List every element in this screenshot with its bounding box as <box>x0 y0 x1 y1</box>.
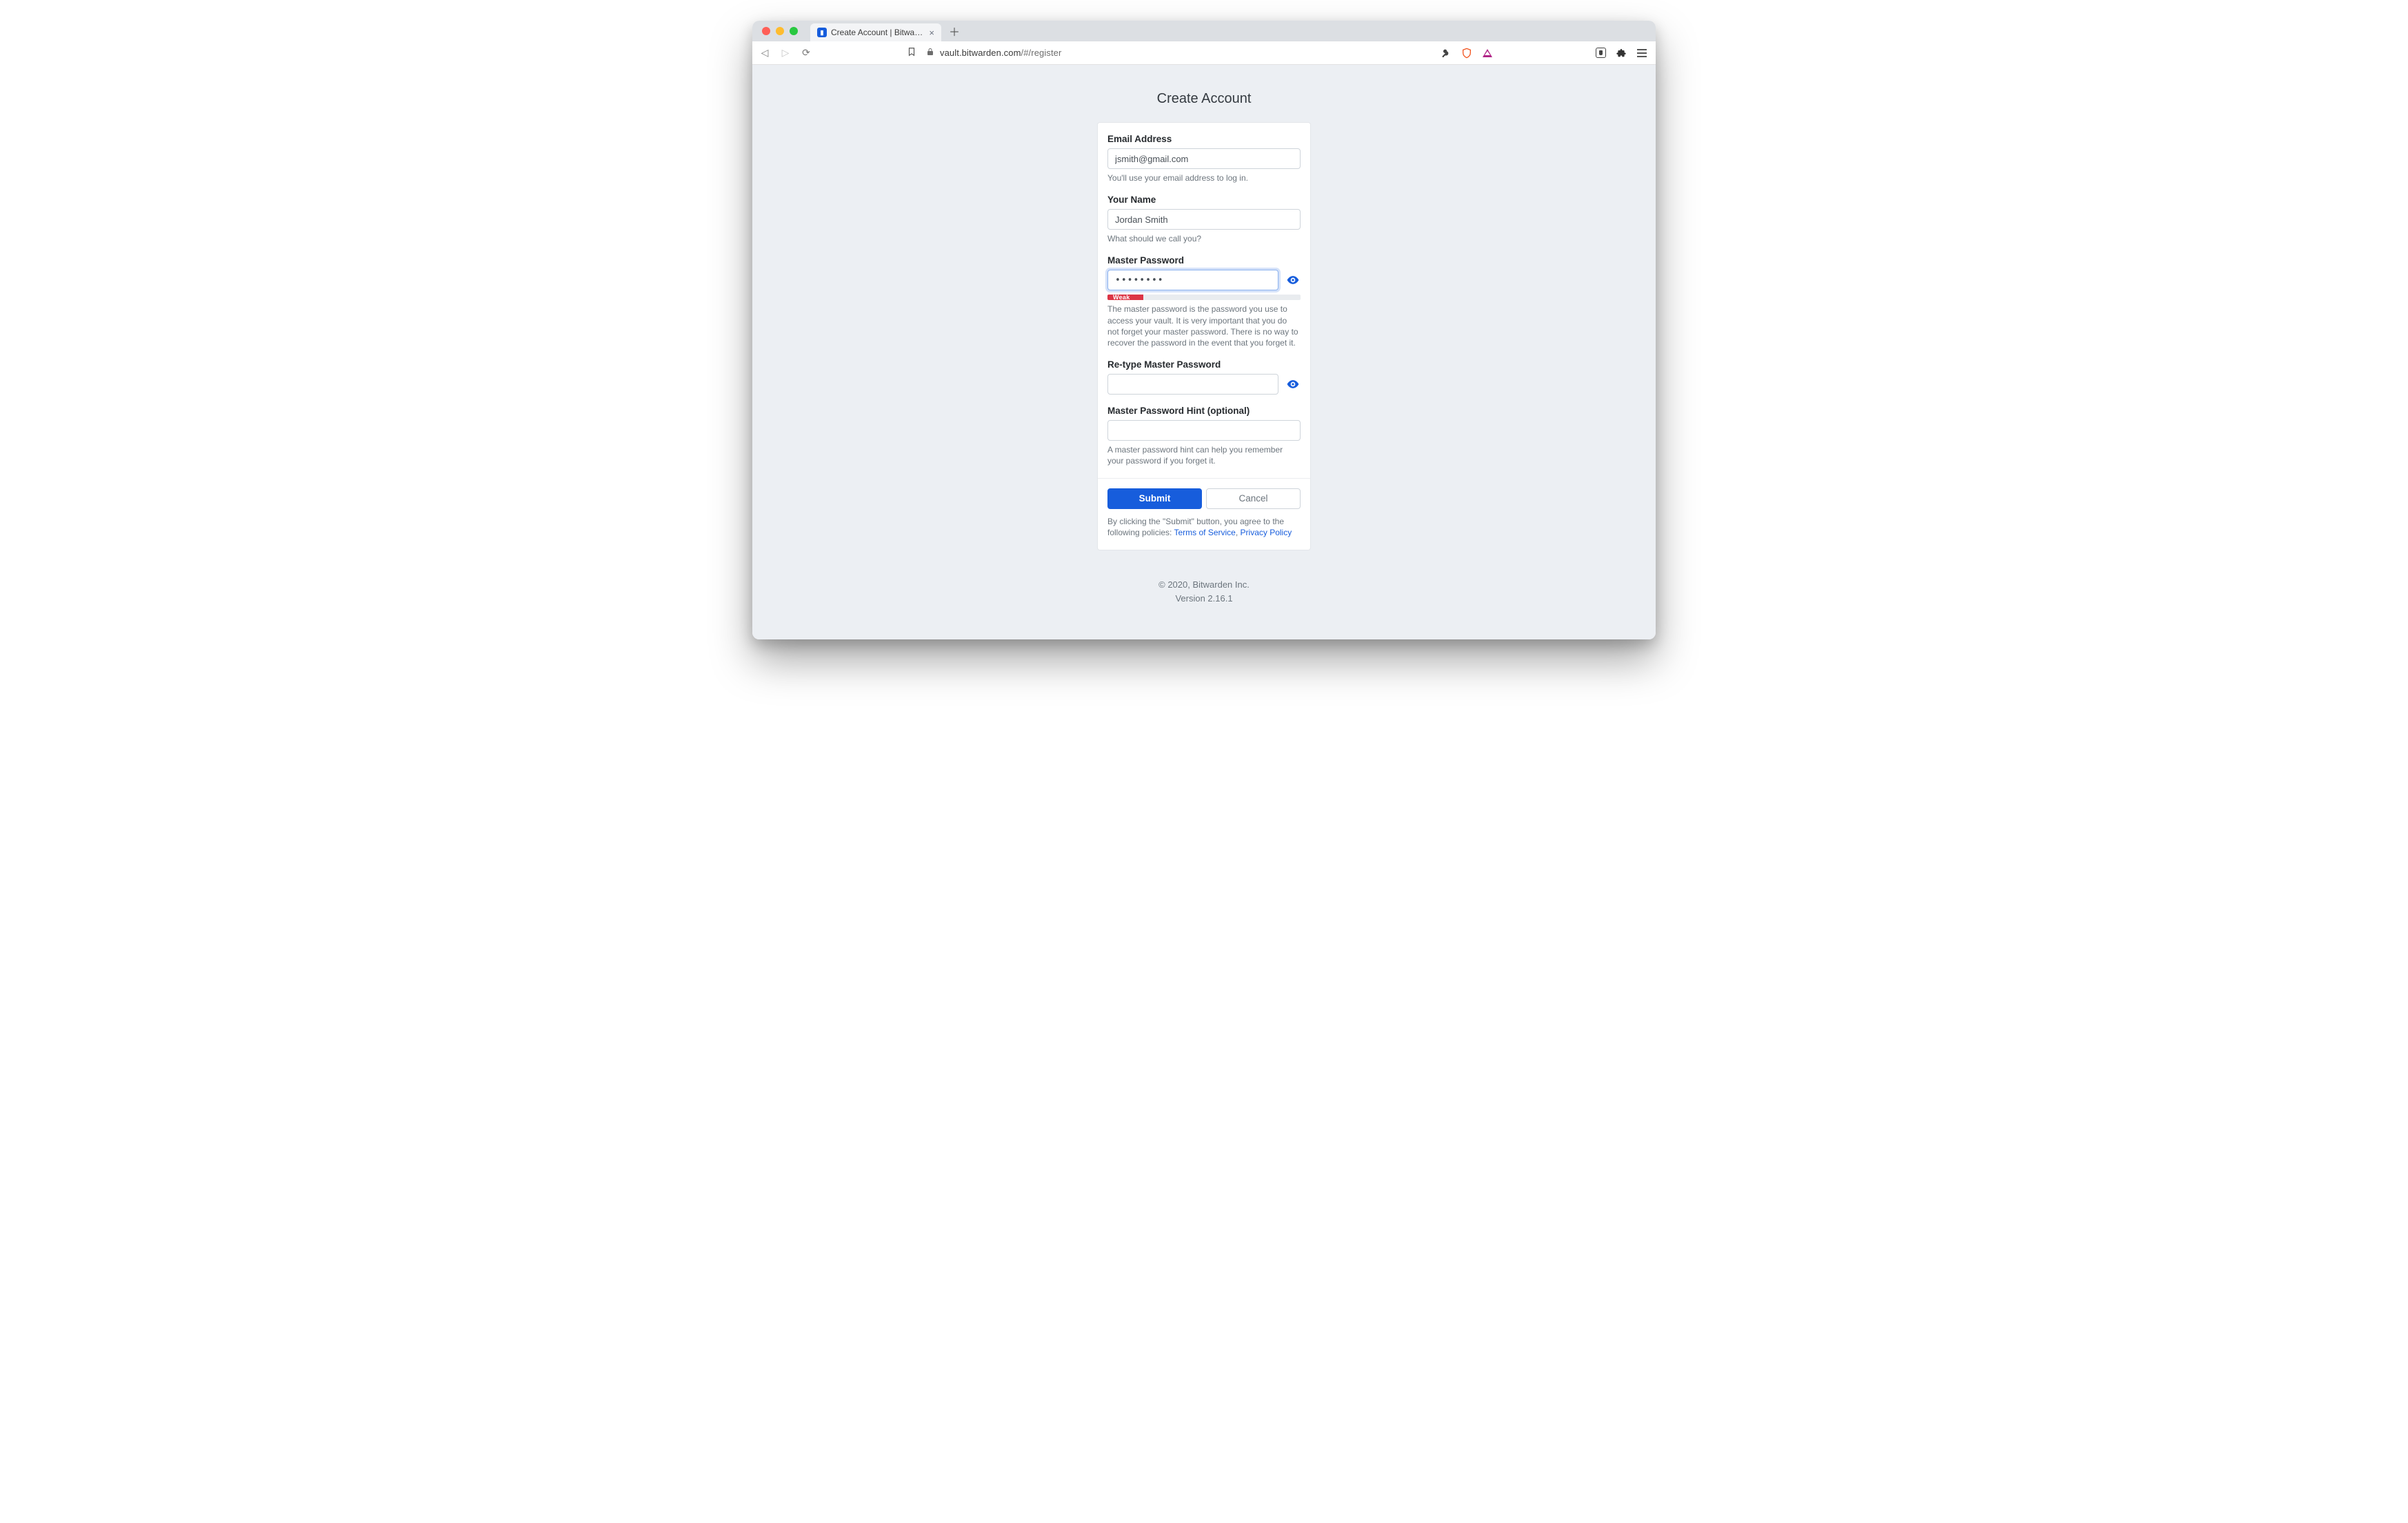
name-input[interactable] <box>1107 209 1301 230</box>
email-help: You'll use your email address to log in. <box>1107 172 1301 183</box>
forward-icon[interactable]: ▷ <box>780 47 791 59</box>
privacy-link[interactable]: Privacy Policy <box>1241 528 1292 537</box>
hint-input[interactable] <box>1107 420 1301 441</box>
hint-label: Master Password Hint (optional) <box>1107 406 1301 416</box>
name-field-group: Your Name What should we call you? <box>1107 195 1301 244</box>
hint-help: A master password hint can help you reme… <box>1107 444 1301 466</box>
browser-window: ▮ Create Account | Bitwarden Web × ＋ ◁ ▷… <box>752 21 1656 639</box>
name-help: What should we call you? <box>1107 233 1301 244</box>
close-window-icon[interactable] <box>762 27 770 35</box>
bitwarden-extension-icon[interactable] <box>1595 48 1606 59</box>
retype-label: Re-type Master Password <box>1107 359 1301 370</box>
retype-input[interactable] <box>1107 374 1278 395</box>
divider <box>1098 478 1310 479</box>
create-account-form: Email Address You'll use your email addr… <box>1097 122 1311 550</box>
extensions-icon[interactable] <box>1616 48 1627 59</box>
button-row: Submit Cancel <box>1107 488 1301 509</box>
password-strength-bar: Weak <box>1107 295 1301 300</box>
key-icon[interactable] <box>1441 48 1452 59</box>
page-title: Create Account <box>752 91 1656 107</box>
copyright-text: © 2020, Bitwarden Inc. <box>752 578 1656 592</box>
browser-menu-icon[interactable] <box>1636 48 1647 59</box>
password-strength-label: Weak <box>1107 295 1143 300</box>
tos-link[interactable]: Terms of Service <box>1174 528 1236 537</box>
browser-toolbar: ◁ ▷ ⟳ vault.bitwarden.com/#/register <box>752 41 1656 65</box>
toggle-retype-visibility-icon[interactable] <box>1285 377 1301 392</box>
page-footer: © 2020, Bitwarden Inc. Version 2.16.1 <box>752 578 1656 605</box>
password-help: The master password is the password you … <box>1107 303 1301 348</box>
tab-title: Create Account | Bitwarden Web <box>831 28 925 37</box>
minimize-window-icon[interactable] <box>776 27 784 35</box>
retype-field-group: Re-type Master Password <box>1107 359 1301 395</box>
agreement-text: By clicking the "Submit" button, you agr… <box>1107 516 1301 539</box>
close-tab-icon[interactable]: × <box>929 28 934 38</box>
back-icon[interactable]: ◁ <box>759 47 770 59</box>
hint-field-group: Master Password Hint (optional) A master… <box>1107 406 1301 466</box>
email-field-group: Email Address You'll use your email addr… <box>1107 134 1301 183</box>
password-label: Master Password <box>1107 255 1301 266</box>
name-label: Your Name <box>1107 195 1301 205</box>
tab-strip: ▮ Create Account | Bitwarden Web × ＋ <box>752 21 1656 41</box>
toolbar-right <box>1441 48 1649 59</box>
page-viewport: Create Account Email Address You'll use … <box>752 65 1656 639</box>
email-input[interactable] <box>1107 148 1301 169</box>
version-text: Version 2.16.1 <box>752 592 1656 606</box>
maximize-window-icon[interactable] <box>790 27 798 35</box>
email-label: Email Address <box>1107 134 1301 144</box>
reload-icon[interactable]: ⟳ <box>801 47 812 59</box>
new-tab-button[interactable]: ＋ <box>947 23 962 39</box>
password-field-group: Master Password Weak The master password… <box>1107 255 1301 348</box>
address-bar[interactable]: vault.bitwarden.com/#/register <box>926 48 1431 58</box>
bookmark-icon[interactable] <box>907 47 916 59</box>
browser-tab[interactable]: ▮ Create Account | Bitwarden Web × <box>810 23 941 41</box>
password-input[interactable] <box>1107 270 1278 290</box>
bitwarden-favicon-icon: ▮ <box>817 28 827 37</box>
url-text: vault.bitwarden.com/#/register <box>940 48 1061 58</box>
submit-button[interactable]: Submit <box>1107 488 1202 509</box>
brave-rewards-icon[interactable] <box>1482 48 1493 59</box>
cancel-button[interactable]: Cancel <box>1206 488 1301 509</box>
toggle-password-visibility-icon[interactable] <box>1285 272 1301 288</box>
lock-icon <box>926 48 934 58</box>
brave-shield-icon[interactable] <box>1461 48 1472 59</box>
window-controls <box>759 27 805 35</box>
